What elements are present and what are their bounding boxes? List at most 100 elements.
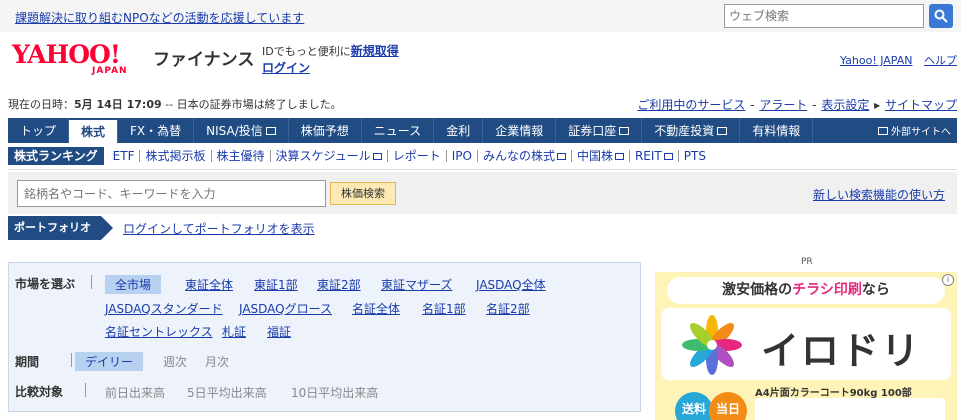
- external-link-icon: [717, 126, 728, 135]
- main-nav: トップ 株式 FX・為替 NISA/投信 株価予想 ニュース 金利 企業情報 証…: [8, 118, 957, 143]
- subnav-china[interactable]: 中国株: [572, 150, 630, 162]
- utility-links: ご利用中のサービス - アラート - 表示設定 ▸ サイトマップ: [637, 98, 957, 112]
- tab-stocks[interactable]: 株式: [69, 118, 119, 143]
- period-weekly[interactable]: 週次: [163, 353, 187, 370]
- subnav-benefits[interactable]: 株主優待: [212, 150, 271, 162]
- external-link-icon: [663, 153, 673, 160]
- external-link-icon: [372, 153, 382, 160]
- display-settings-link[interactable]: 表示設定: [821, 98, 869, 112]
- ad-banner[interactable]: i 激安価格のチラシ印刷なら イロドリ A4片面カラーコート90kg 100部 …: [655, 272, 957, 420]
- ad-body: イロドリ: [661, 308, 951, 380]
- help-link[interactable]: ヘルプ: [924, 54, 957, 67]
- tab-brokerage[interactable]: 証券口座: [556, 118, 643, 143]
- subnav-pts[interactable]: PTS: [679, 150, 711, 162]
- external-link-icon: [556, 153, 566, 160]
- compare-prev-day[interactable]: 前日出来高: [105, 384, 165, 401]
- pr-label: PR: [801, 257, 813, 267]
- promo-link[interactable]: 課題解決に取り組むNPOなどの活動を応援しています: [15, 9, 304, 26]
- flower-logo-icon: [682, 315, 742, 375]
- external-link-icon: [265, 126, 276, 135]
- market-mothers[interactable]: 東証マザーズ: [381, 276, 452, 293]
- login-link[interactable]: ログイン: [262, 61, 310, 75]
- register-link[interactable]: 新規取得: [351, 44, 399, 58]
- market-tse-all[interactable]: 東証全体: [185, 276, 233, 293]
- ad-info: A4片面カラーコート90kg 100部: [755, 388, 912, 399]
- external-link-icon: [619, 126, 630, 135]
- ad-headline: 激安価格のチラシ印刷なら: [667, 277, 945, 304]
- market-tse-1[interactable]: 東証1部: [254, 276, 298, 293]
- market-label: 市場を選ぶ: [15, 277, 76, 291]
- new-search-help-link[interactable]: 新しい検索機能の使い方: [813, 186, 945, 203]
- tab-nisa[interactable]: NISA/投信: [194, 118, 289, 143]
- market-status: 現在の日時：5月 14日 17:09 -- 日本の証券市場は終了しました。: [8, 96, 342, 112]
- divider: [85, 383, 86, 397]
- external-link-icon: [614, 153, 624, 160]
- portfolio-login-link[interactable]: ログインしてポートフォリオを表示: [123, 220, 315, 237]
- period-label: 期間: [15, 355, 40, 369]
- tab-paid[interactable]: 有料情報: [740, 118, 814, 143]
- market-nse-all[interactable]: 名証全体: [352, 300, 400, 317]
- services-link[interactable]: ご利用中のサービス: [637, 98, 745, 112]
- sameday-badge: 当日: [709, 392, 747, 420]
- service-brand: ファイナンス: [153, 50, 255, 70]
- market-tse-2[interactable]: 東証2部: [317, 276, 361, 293]
- market-all[interactable]: 全市場: [105, 275, 162, 294]
- market-fse[interactable]: 福証: [267, 323, 291, 340]
- header-links: Yahoo! JAPAN ヘルプ: [832, 52, 957, 68]
- stock-search-bar: 株価検索 新しい検索機能の使い方: [8, 172, 957, 214]
- yahoo-japan-link[interactable]: Yahoo! JAPAN: [840, 54, 913, 67]
- id-promo: IDでもっと便利に新規取得 ログイン: [262, 43, 399, 77]
- subnav-minkabu[interactable]: みんなの株式: [478, 150, 572, 162]
- tab-forecast[interactable]: 株価予想: [289, 118, 362, 143]
- subnav-report[interactable]: レポート: [388, 150, 447, 162]
- tab-realestate[interactable]: 不動産投資: [642, 118, 741, 143]
- shipping-badge: 送料: [675, 392, 713, 420]
- price-box: [755, 398, 945, 420]
- status-prefix: 現在の日時：: [8, 98, 74, 111]
- subnav-earnings[interactable]: 決算スケジュール: [271, 150, 388, 162]
- market-jasdaq-standard[interactable]: JASDAQスタンダード: [105, 300, 223, 317]
- subnav-ipo[interactable]: IPO: [447, 150, 478, 162]
- tab-fx[interactable]: FX・為替: [118, 118, 195, 143]
- subnav-board[interactable]: 株式掲示板: [140, 150, 212, 162]
- portfolio-tag: ポートフォリオ: [8, 216, 113, 240]
- external-site-note: 外部サイトへ: [878, 118, 957, 143]
- tab-rates[interactable]: 金利: [434, 118, 484, 143]
- portfolio-bar: ポートフォリオ ログインしてポートフォリオを表示: [8, 216, 315, 240]
- market-nse-1[interactable]: 名証1部: [422, 300, 466, 317]
- tab-news[interactable]: ニュース: [362, 118, 435, 143]
- market-jasdaq-all[interactable]: JASDAQ全体: [476, 276, 546, 293]
- web-search-input[interactable]: [724, 4, 924, 28]
- yahoo-logo[interactable]: YAHOO! JAPAN: [12, 42, 152, 82]
- tab-top[interactable]: トップ: [8, 118, 70, 143]
- stock-search-input[interactable]: [17, 180, 326, 207]
- id-promo-text: IDでもっと便利に: [262, 45, 351, 58]
- status-datetime: 5月 14日 17:09: [74, 98, 162, 111]
- subnav-reit[interactable]: REIT: [630, 150, 679, 162]
- compare-5day[interactable]: 5日平均出来高: [187, 384, 267, 401]
- logo-sub: JAPAN: [92, 66, 128, 76]
- subnav-ranking[interactable]: 株式ランキング: [8, 147, 104, 165]
- market-centrex[interactable]: 名証セントレックス: [105, 323, 213, 340]
- search-icon: [934, 9, 948, 23]
- stock-search-button[interactable]: 株価検索: [330, 182, 396, 205]
- market-jasdaq-growth[interactable]: JASDAQグロース: [239, 300, 332, 317]
- period-daily[interactable]: デイリー: [75, 352, 144, 371]
- sitemap-link[interactable]: サイトマップ: [885, 98, 957, 112]
- tab-company[interactable]: 企業情報: [483, 118, 557, 143]
- ad-brand: イロドリ: [761, 329, 922, 373]
- subnav-etf[interactable]: ETF: [108, 150, 141, 162]
- divider: [71, 353, 72, 367]
- alert-link[interactable]: アラート: [759, 98, 807, 112]
- period-monthly[interactable]: 月次: [205, 353, 229, 370]
- market-sse[interactable]: 札証: [222, 323, 246, 340]
- external-link-icon: [878, 126, 888, 135]
- ranking-filter-panel: 市場を選ぶ 全市場 東証全体 東証1部 東証2部 東証マザーズ JASDAQ全体…: [8, 262, 641, 412]
- web-search-button[interactable]: [929, 4, 953, 28]
- market-nse-2[interactable]: 名証2部: [486, 300, 530, 317]
- status-suffix: -- 日本の証券市場は終了しました。: [161, 98, 342, 111]
- logo-main: YAHOO!: [12, 40, 121, 69]
- compare-label: 比較対象: [15, 385, 64, 399]
- compare-10day[interactable]: 10日平均出来高: [291, 384, 378, 401]
- divider: [91, 275, 92, 289]
